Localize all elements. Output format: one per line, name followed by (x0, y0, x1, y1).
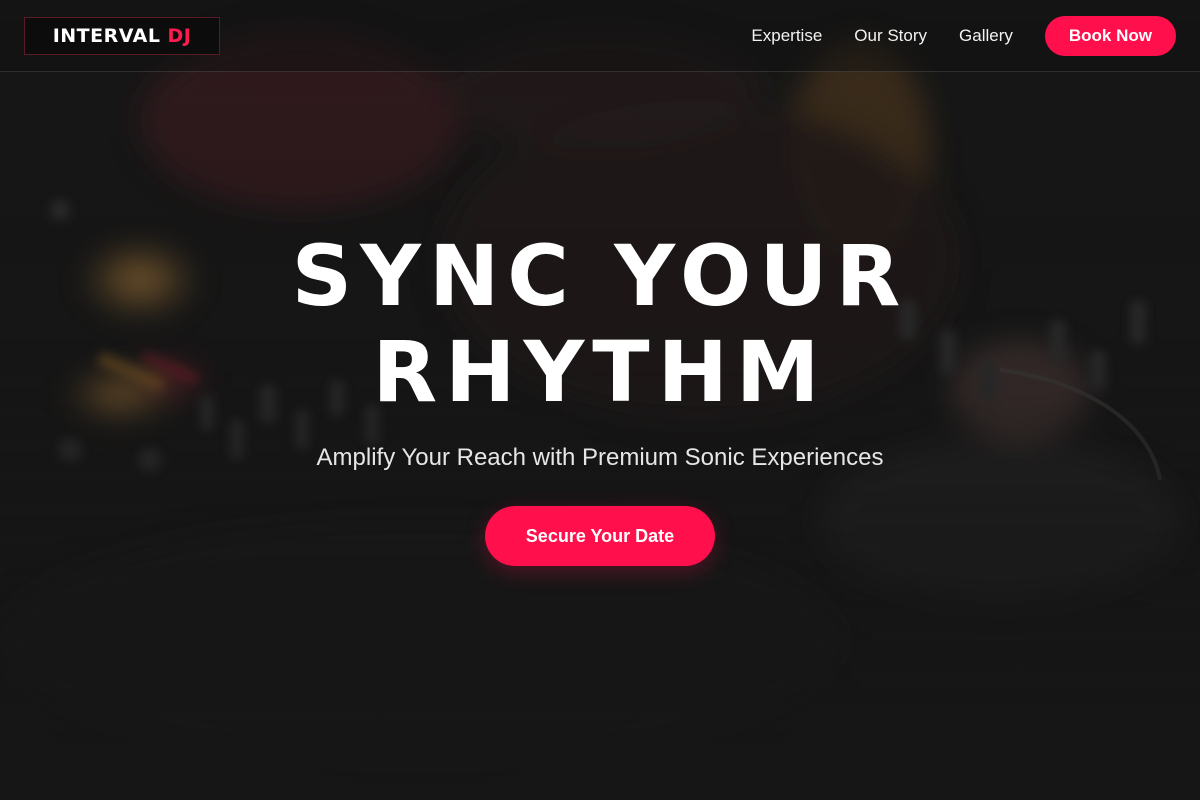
hero-subtitle: Amplify Your Reach with Premium Sonic Ex… (316, 444, 884, 471)
site-logo[interactable]: INTERVAL DJ (24, 17, 220, 55)
secure-your-date-button[interactable]: Secure Your Date (485, 506, 715, 566)
hero-title-line-1: SYNC YOUR (291, 227, 909, 325)
hero-title: SYNC YOUR RHYTHM (0, 228, 1200, 420)
nav-link-our-story[interactable]: Our Story (854, 26, 927, 46)
page: INTERVAL DJ Expertise Our Story Gallery … (0, 0, 1200, 800)
logo-text: INTERVAL (52, 25, 161, 47)
logo-accent-text: DJ (167, 25, 192, 47)
main-nav: Expertise Our Story Gallery Book Now (751, 0, 1176, 72)
nav-link-expertise[interactable]: Expertise (751, 26, 822, 46)
nav-link-gallery[interactable]: Gallery (959, 26, 1013, 46)
hero-title-line-2: RHYTHM (372, 323, 828, 421)
book-now-button[interactable]: Book Now (1044, 16, 1176, 56)
site-header: INTERVAL DJ Expertise Our Story Gallery … (0, 0, 1200, 72)
